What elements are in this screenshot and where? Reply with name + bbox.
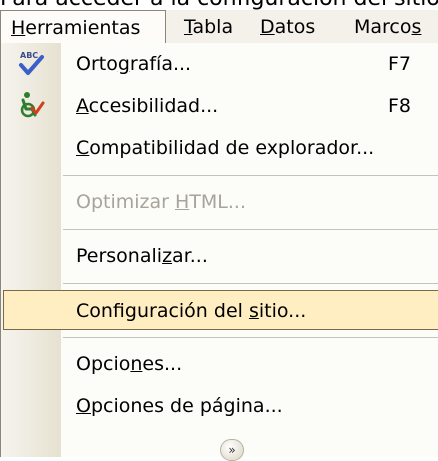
accessibility-icon (20, 92, 45, 118)
menu-marcos[interactable]: Marcos (354, 10, 421, 44)
menu-separator (63, 175, 438, 176)
menu-item-accesibilidad[interactable]: Accesibilidad... F8 (1, 85, 438, 127)
shortcut-f7: F7 (388, 53, 412, 75)
herramientas-dropdown: ABC Ortografía... F7 Accesibilidad... F8… (0, 43, 438, 461)
menu-item-compatibilidad[interactable]: Compatibilidad de explorador... (1, 127, 438, 169)
menu-separator (63, 337, 438, 338)
expand-menu-chevron-icon[interactable]: » (220, 439, 244, 461)
menu-tabla[interactable]: Tabla (184, 10, 233, 44)
menu-bar: Herramientas Tabla Datos Marcos (0, 10, 438, 44)
menu-herramientas[interactable]: Herramientas (0, 10, 166, 44)
menu-item-personalizar[interactable]: Personalizar... (1, 235, 438, 277)
svg-text:ABC: ABC (20, 51, 38, 60)
menu-item-opciones[interactable]: Opciones... (1, 343, 438, 385)
menu-item-opciones-pagina[interactable]: Opciones de página... (1, 385, 438, 427)
menu-separator (63, 283, 438, 284)
menu-item-ortografia[interactable]: ABC Ortografía... F7 (1, 43, 438, 85)
spellcheck-icon: ABC (19, 51, 44, 75)
menu-datos[interactable]: Datos (260, 10, 315, 44)
menu-separator (63, 229, 438, 230)
menu-item-configuracion-sitio[interactable]: Configuración del sitio... (3, 290, 438, 330)
shortcut-f8: F8 (388, 95, 412, 117)
menu-item-optimizar-html: Optimizar HTML... (76, 191, 246, 213)
